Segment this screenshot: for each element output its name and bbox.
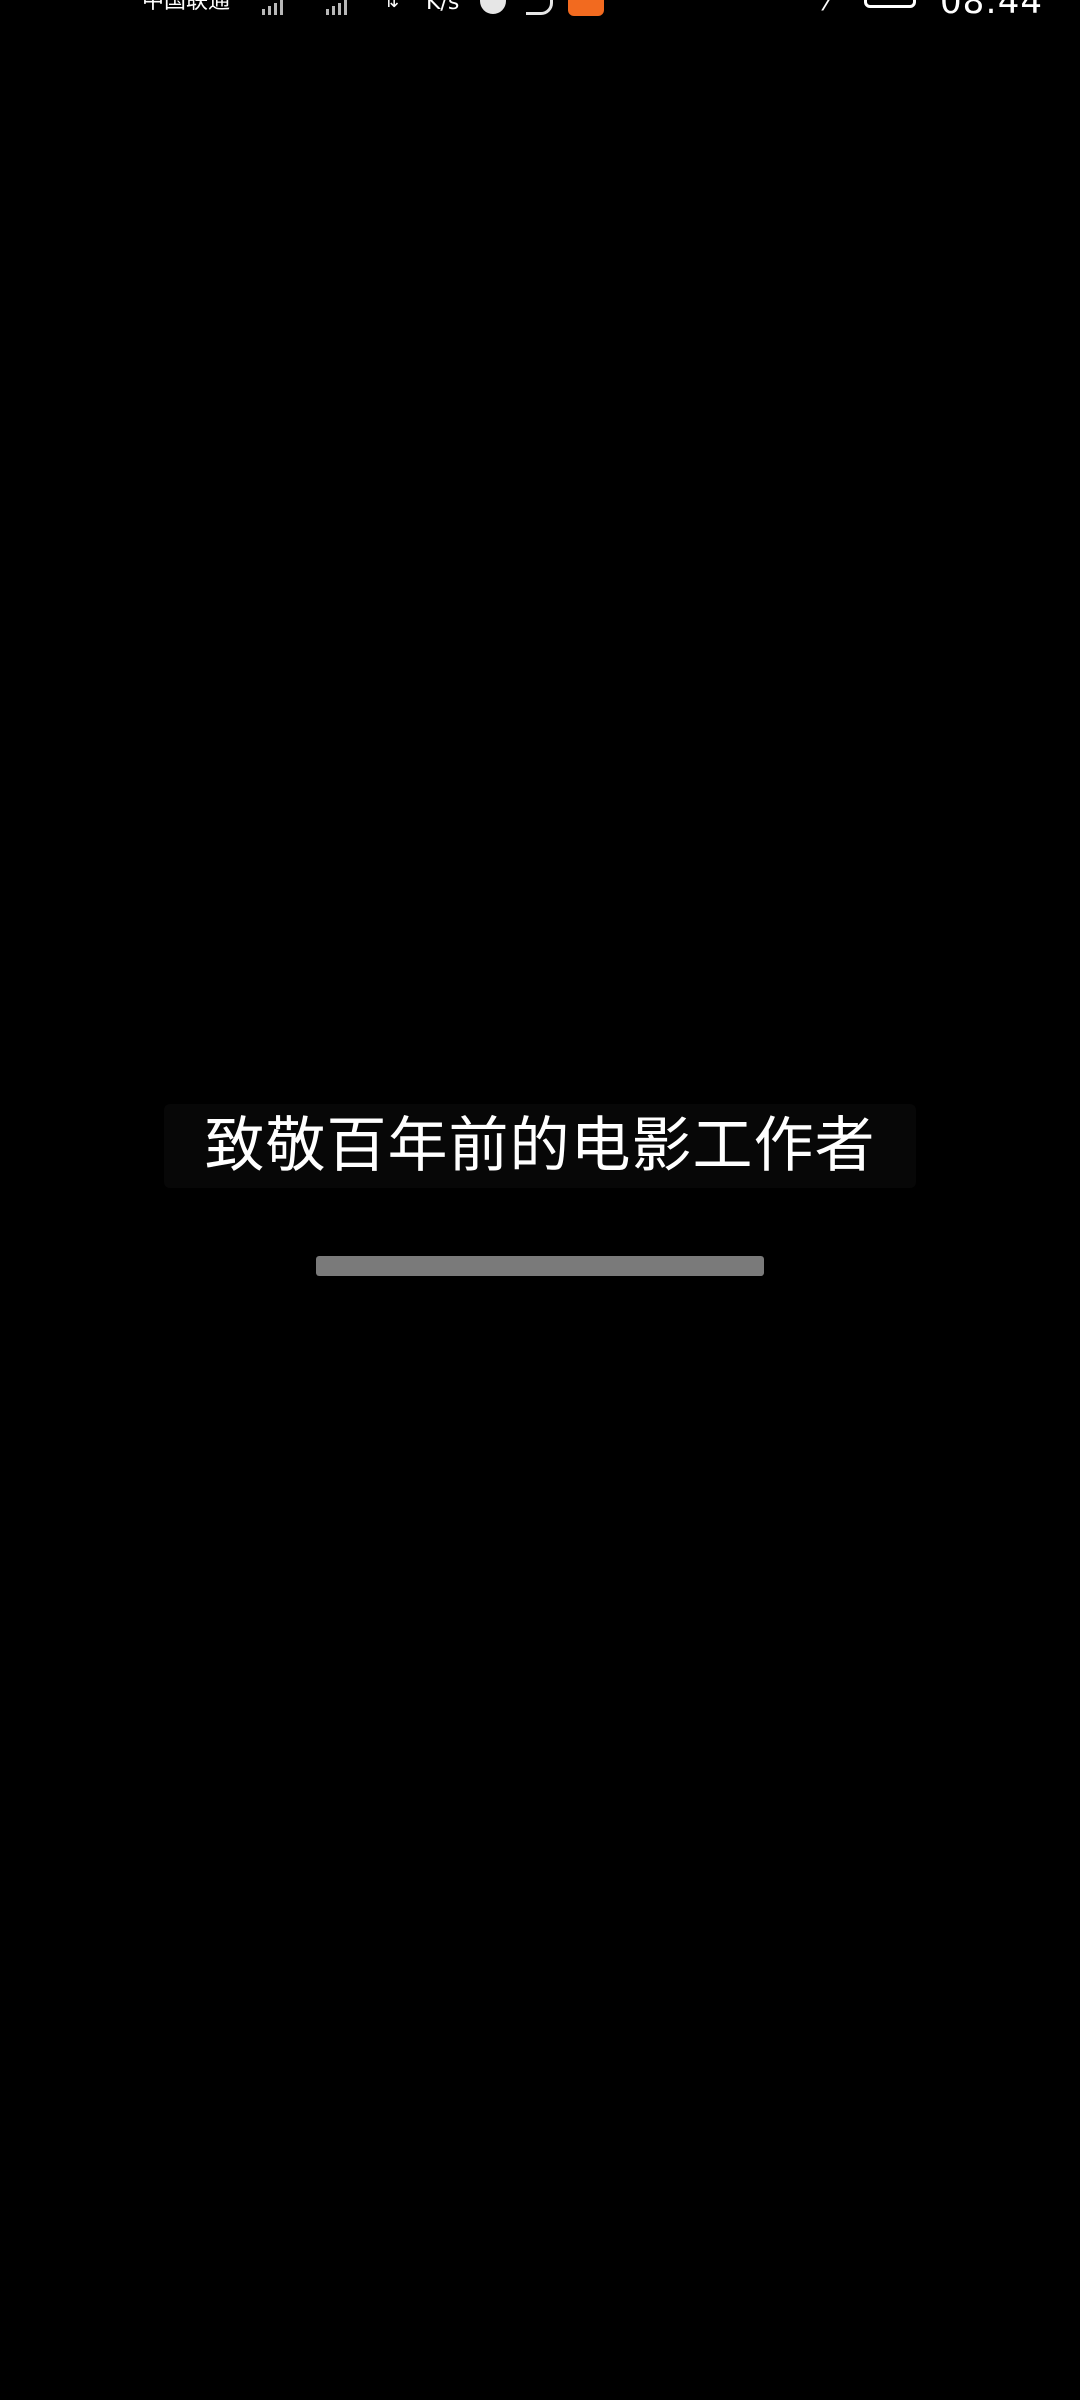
splash-caption: 致敬百年前的电影工作者 xyxy=(204,1111,876,1181)
clock: 08:44 xyxy=(940,0,1043,22)
carrier-label: 中国联通 xyxy=(142,0,231,14)
splash-screen: 中国联通 ⇅ K/s ⁄ 08:44 致敬百年前的电影工作者 xyxy=(0,0,1080,2400)
status-bar: 中国联通 ⇅ K/s ⁄ 08:44 xyxy=(0,0,1080,22)
mute-icon: ⁄ xyxy=(826,0,831,17)
signal-icon xyxy=(262,0,283,22)
splash-caption-box: 致敬百年前的电影工作者 xyxy=(164,1104,916,1188)
app-notification-icon xyxy=(480,0,506,14)
net-speed: K/s xyxy=(426,0,460,15)
app-notification-icon xyxy=(526,0,553,15)
loading-progress-bar xyxy=(316,1256,764,1276)
signal-icon xyxy=(326,0,347,22)
wifi-icon: ⇅ xyxy=(384,0,400,12)
app-badge-icon xyxy=(568,0,604,16)
loading-progress-fill xyxy=(316,1256,764,1276)
battery-icon xyxy=(864,0,916,8)
